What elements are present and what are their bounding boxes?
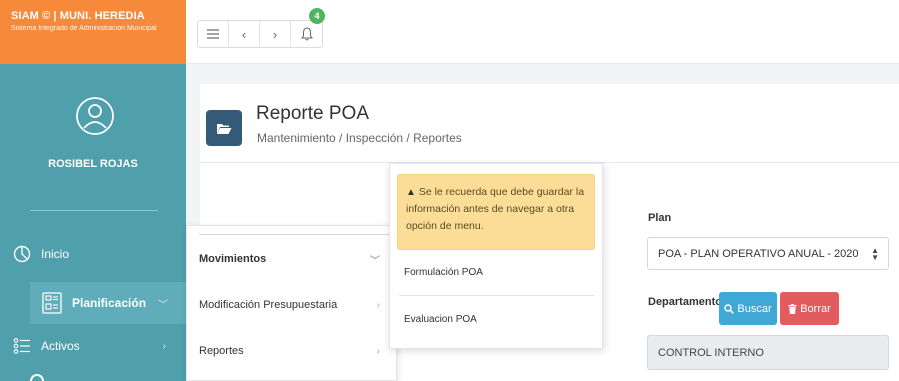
chevron-down-icon: ﹀ — [370, 255, 380, 267]
search-icon — [724, 303, 735, 314]
warning-icon: ▲ — [406, 187, 416, 198]
more-icon[interactable] — [30, 374, 44, 381]
chevron-left-icon: ‹ — [241, 26, 247, 42]
select-arrows-icon: ▲ ▼ — [871, 246, 879, 262]
notification-badge: 4 — [309, 8, 325, 24]
user-avatar-icon[interactable] — [75, 96, 115, 136]
hamburger-icon — [207, 29, 219, 39]
brand-header[interactable]: SIAM © | MUNI. HEREDIA Sistema Integrado… — [0, 0, 186, 64]
sidebar-item-planificacion[interactable]: Planificación ﹀ — [30, 282, 186, 324]
clear-button-label: Borrar — [800, 302, 831, 315]
chevron-right-icon: › — [272, 26, 278, 42]
planificacion-flyout: Movimientos ﹀ Modificación Presupuestari… — [186, 225, 397, 381]
menu-item-label: Movimientos — [199, 253, 267, 265]
trash-icon — [788, 303, 797, 314]
list-icon — [13, 337, 31, 355]
reportes-submenu: ▲ Se le recuerda que debe guardar la inf… — [389, 163, 603, 349]
menu-item-label: Modificación Presupuestaria — [199, 299, 338, 311]
menu-item-modificacion-presupuestaria[interactable]: Modificación Presupuestaria › — [187, 282, 396, 328]
warning-alert: ▲ Se le recuerda que debe guardar la inf… — [397, 174, 595, 250]
planning-icon — [42, 292, 62, 314]
submenu-item-evaluacion-poa[interactable]: Evaluacion POA — [390, 297, 602, 341]
menu-toggle-button[interactable] — [198, 21, 229, 47]
sidebar-divider — [30, 210, 158, 211]
bell-icon — [300, 27, 313, 41]
sidebar-item-label: Inicio — [41, 247, 70, 261]
sidebar-item-inicio[interactable]: Inicio — [0, 236, 186, 272]
sidebar-item-label: Planificación — [72, 296, 147, 310]
page-title: Reporte POA — [256, 103, 369, 124]
notifications-button[interactable] — [291, 21, 322, 47]
submenu-divider — [399, 295, 595, 296]
sidebar-item-label: Activos — [41, 339, 80, 353]
chevron-right-icon: › — [162, 340, 166, 352]
toolbar-group: ‹ › — [197, 20, 323, 48]
search-button[interactable]: Buscar — [719, 292, 777, 325]
chevron-down-icon: ﹀ — [158, 299, 169, 311]
plan-select[interactable]: POA - PLAN OPERATIVO ANUAL - 2020 ▲ ▼ — [647, 237, 889, 270]
department-value: CONTROL INTERNO — [658, 346, 764, 359]
brand-title: SIAM © | MUNI. HEREDIA — [11, 10, 145, 22]
forward-button[interactable]: › — [260, 21, 291, 47]
brand-subtitle: Sistema Integrado de Administración Muni… — [11, 25, 157, 32]
menu-divider — [199, 234, 389, 235]
back-button[interactable]: ‹ — [229, 21, 260, 47]
sidebar: SIAM © | MUNI. HEREDIA Sistema Integrado… — [0, 0, 186, 381]
warning-alert-text: Se le recuerda que debe guardar la infor… — [406, 186, 585, 232]
chevron-right-icon: › — [376, 299, 380, 311]
submenu-item-formulacion-poa[interactable]: Formulación POA — [390, 250, 602, 294]
plan-select-value: POA - PLAN OPERATIVO ANUAL - 2020 — [658, 247, 859, 260]
department-label: Departamento — [648, 296, 722, 308]
menu-item-reportes[interactable]: Reportes › — [187, 328, 396, 374]
menu-item-movimientos[interactable]: Movimientos ﹀ — [187, 236, 396, 282]
topbar: ‹ › 4 — [186, 0, 899, 64]
search-button-label: Buscar — [737, 302, 772, 315]
sidebar-item-activos[interactable]: Activos › — [0, 328, 186, 364]
clear-button[interactable]: Borrar — [780, 292, 839, 325]
chevron-right-icon: › — [376, 345, 380, 357]
submenu-item-label: Evaluacion POA — [404, 313, 477, 325]
submenu-item-label: Formulación POA — [404, 266, 483, 278]
plan-label: Plan — [648, 212, 672, 224]
pie-chart-icon — [13, 245, 31, 263]
user-name: ROSIBEL ROJAS — [48, 158, 138, 170]
menu-item-label: Reportes — [199, 345, 244, 357]
folder-open-icon — [206, 110, 242, 146]
breadcrumb: Mantenimiento / Inspección / Reportes — [257, 131, 462, 145]
department-field[interactable]: CONTROL INTERNO — [647, 335, 889, 370]
